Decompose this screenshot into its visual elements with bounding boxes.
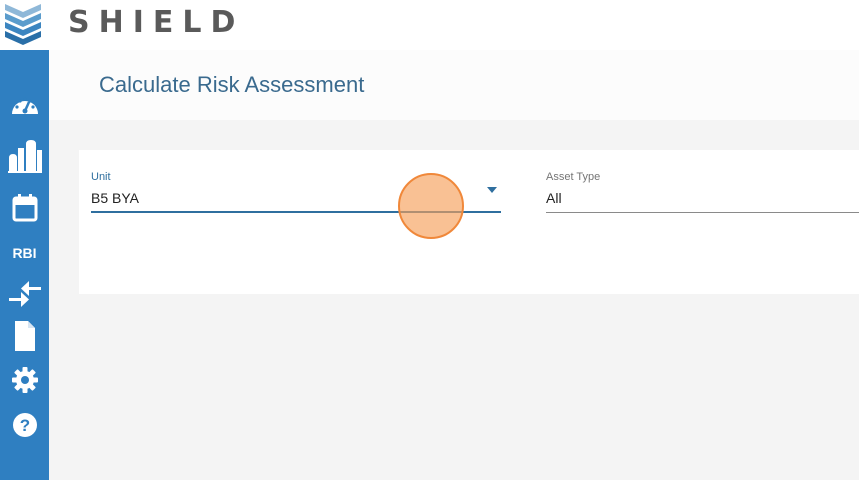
calendar-icon [12,194,37,222]
sidebar-item-calendar[interactable] [0,188,49,228]
document-icon [14,321,35,351]
sidebar-item-transfer[interactable] [0,274,49,314]
sidebar-item-assets[interactable] [0,136,49,176]
gear-icon [11,367,38,393]
page-title: Calculate Risk Assessment [99,72,365,97]
factory-icon [7,140,42,173]
unit-value[interactable]: B5 BYA [91,190,139,206]
brand-name: SHIELD [68,5,245,40]
shield-logo-icon [5,4,41,45]
sidebar-item-documents[interactable] [0,316,49,356]
asset-type-value[interactable]: All [546,190,562,206]
compare-arrows-icon [8,281,41,307]
unit-label: Unit [91,171,111,183]
sidebar-item-rbi[interactable]: RBI [0,233,49,273]
filter-card [79,150,859,294]
sidebar: RBI ? [0,50,49,480]
top-bar: SHIELD [0,0,859,50]
click-indicator [398,173,464,239]
sidebar-item-settings[interactable] [0,360,49,400]
svg-text:?: ? [19,416,29,435]
sidebar-item-dashboard[interactable] [0,85,49,125]
asset-type-underline [546,212,859,213]
asset-type-label: Asset Type [546,171,601,183]
chevron-down-icon[interactable] [487,187,497,193]
sidebar-item-help[interactable]: ? [0,405,49,445]
speedometer-icon [11,97,38,114]
help-icon: ? [12,413,37,437]
